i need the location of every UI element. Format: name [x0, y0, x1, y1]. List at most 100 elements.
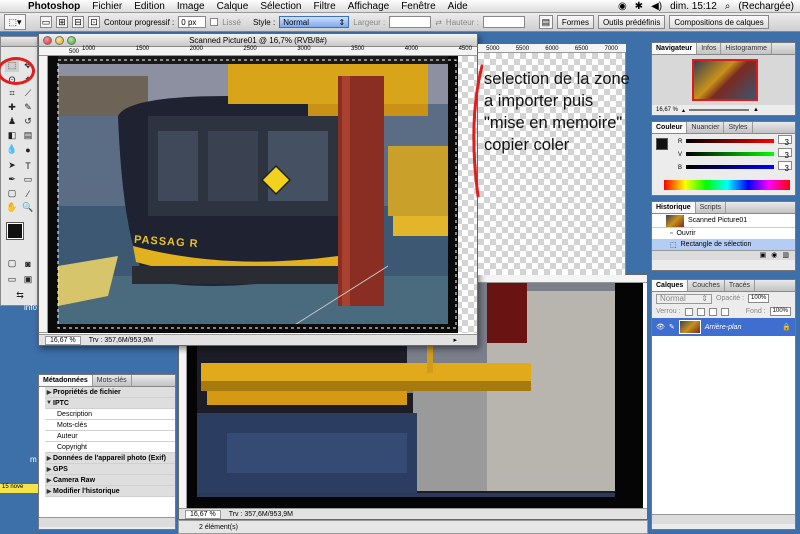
tab-scripts[interactable]: Scripts [696, 202, 727, 213]
brush-link-icon[interactable]: ✎ [669, 323, 675, 331]
foreground-color-swatch[interactable] [6, 222, 24, 240]
clock[interactable]: dim. 15:12 [670, 1, 717, 12]
metadata-row[interactable]: ▶ Propriétés de fichier [45, 387, 175, 398]
disclosure-triangle-icon[interactable]: ▶ [45, 488, 53, 495]
menu-edition[interactable]: Edition [128, 1, 171, 12]
volume-icon[interactable]: ◀) [651, 1, 662, 12]
width-input[interactable] [389, 16, 432, 28]
metadata-row[interactable]: Copyright [45, 442, 175, 453]
blur-tool-icon[interactable]: 💧 [5, 143, 19, 156]
slice-tool-icon[interactable]: ⟋ [21, 87, 35, 100]
menu-fenetre[interactable]: Fenêtre [395, 1, 441, 12]
file-browser-icon[interactable]: ▤ [538, 15, 553, 29]
quickmask-mode-icon[interactable]: ◙ [21, 257, 35, 270]
tab-styles[interactable]: Styles [724, 122, 753, 133]
feather-input[interactable] [178, 16, 207, 28]
jump-to-imageready-icon[interactable]: ⇆ [13, 289, 27, 302]
zoom-field[interactable]: 16,67 % [45, 335, 81, 345]
zoom-in-icon[interactable]: ▲ [753, 107, 759, 113]
tab-mots-cles[interactable]: Mots-clés [93, 375, 132, 386]
height-input[interactable] [482, 16, 525, 28]
tab-outils-predefinis[interactable]: Outils prédéfinis [597, 15, 666, 29]
navigator-view-box[interactable] [692, 59, 758, 101]
disclosure-triangle-icon[interactable]: ▶ [45, 389, 53, 396]
history-step-selected[interactable]: ⬚ Rectangle de sélection [652, 239, 795, 250]
slider-red[interactable] [686, 139, 774, 143]
metadata-row[interactable]: ▶ GPS [45, 464, 175, 475]
shape-tool-icon[interactable]: ▭ [21, 173, 35, 186]
disclosure-triangle-icon[interactable]: ▶ [45, 466, 53, 473]
tab-couleur[interactable]: Couleur [652, 122, 688, 133]
healing-brush-icon[interactable]: ✚ [5, 101, 19, 114]
tab-calques[interactable]: Calques [652, 280, 689, 291]
history-brush-icon[interactable]: ↺ [21, 115, 35, 128]
marquee-mode-intersect-icon[interactable]: ⊡ [88, 16, 100, 28]
layer-row-background[interactable]: 👁 ✎ Arrière-plan 🔒 [652, 318, 795, 336]
doc-info-secondary[interactable]: Trv : 357,6M/953,9M [229, 511, 293, 518]
bluetooth-icon[interactable]: ✱ [635, 1, 643, 12]
tab-couches[interactable]: Couches [688, 280, 725, 291]
fill-input[interactable]: 100% [769, 307, 791, 316]
screen-mode-1-icon[interactable]: ▭ [5, 273, 19, 286]
slider-blue[interactable] [686, 165, 774, 169]
color-spectrum-bar[interactable] [664, 180, 790, 190]
swap-icon[interactable]: ⇄ [435, 18, 442, 27]
eyedropper-tool-icon[interactable]: ⁄ [21, 187, 35, 200]
metadata-row[interactable]: ▶ Données de l'appareil photo (Exif) [45, 453, 175, 464]
document-titlebar[interactable]: Scanned Picture01 @ 16,7% (RVB/8#) [39, 34, 477, 47]
eye-icon[interactable]: 👁 [656, 323, 665, 331]
tab-formes[interactable]: Formes [556, 15, 594, 29]
path-select-tool-icon[interactable]: ➤ [5, 159, 19, 172]
pen-tool-icon[interactable]: ✒ [5, 173, 19, 186]
hand-tool-icon[interactable]: ✋ [5, 201, 19, 214]
opacity-input[interactable]: 100% [748, 294, 770, 303]
lock-position-checkbox[interactable] [708, 307, 717, 316]
antialias-checkbox[interactable] [210, 18, 219, 26]
disclosure-triangle-icon[interactable]: ▶ [45, 455, 53, 462]
navigator-zoom-value[interactable]: 16,67 % [656, 107, 678, 113]
metadata-row[interactable]: Description [45, 409, 175, 420]
menu-calque[interactable]: Calque [211, 1, 255, 12]
menu-affichage[interactable]: Affichage [342, 1, 396, 12]
crop-tool-icon[interactable]: ⌗ [5, 87, 19, 100]
dodge-tool-icon[interactable]: ● [21, 143, 35, 156]
tab-historique[interactable]: Historique [652, 202, 696, 213]
canvas-main[interactable]: PASSAG R [48, 56, 477, 333]
document-window-main[interactable]: Scanned Picture01 @ 16,7% (RVB/8#) 500 P… [38, 33, 478, 346]
zoom-tool-icon[interactable]: 🔍 [21, 201, 35, 214]
marquee-mode-subtract-icon[interactable]: ⊟ [72, 16, 84, 28]
standard-mode-icon[interactable]: ▢ [5, 257, 19, 270]
tab-nuancier[interactable]: Nuancier [687, 122, 725, 133]
metadata-row[interactable]: Mots-clés [45, 420, 175, 431]
gradient-tool-icon[interactable]: ▤ [21, 129, 35, 142]
delete-state-icon[interactable]: ▥ [782, 251, 789, 260]
new-document-from-state-icon[interactable]: ▣ [760, 251, 767, 260]
metadata-row[interactable]: Auteur [45, 431, 175, 442]
tab-compositions-calques[interactable]: Compositions de calques [669, 15, 769, 29]
stamp-tool-icon[interactable]: ♟ [5, 115, 19, 128]
marquee-tool-preset-icon[interactable]: ⬚▾ [4, 14, 26, 30]
type-tool-icon[interactable]: T [21, 159, 35, 172]
blend-mode-select[interactable]: Normal ⇕ [656, 293, 712, 304]
menu-app[interactable]: Photoshop [22, 1, 86, 12]
zoom-field-secondary[interactable]: 16,67 % [185, 509, 221, 519]
lock-all-checkbox[interactable] [720, 307, 729, 316]
menu-aide[interactable]: Aide [442, 1, 474, 12]
tab-traces[interactable]: Tracés [725, 280, 756, 291]
script-menu-icon[interactable]: ◉ [618, 1, 627, 12]
notes-tool-icon[interactable]: ▢ [5, 187, 19, 200]
tab-metadonnees[interactable]: Métadonnées [39, 375, 93, 386]
metadata-row[interactable]: ▶ Modifier l'historique [45, 486, 175, 497]
color-foreground-swatch[interactable] [656, 138, 668, 150]
disclosure-triangle-icon[interactable]: ▼ [45, 400, 53, 406]
zoom-out-icon[interactable]: ▴ [682, 107, 685, 114]
tab-histogramme[interactable]: Histogramme [721, 43, 772, 54]
spotlight-icon[interactable]: ⌕ [725, 1, 731, 12]
new-snapshot-icon[interactable]: ◉ [771, 251, 777, 260]
disclosure-triangle-icon[interactable]: ▶ [45, 477, 53, 484]
lock-transparency-checkbox[interactable] [684, 307, 693, 316]
screen-mode-2-icon[interactable]: ▣ [21, 273, 35, 286]
metadata-row[interactable]: ▼ IPTC [45, 398, 175, 409]
history-snapshot-row[interactable]: Scanned Picture01 [652, 214, 795, 228]
marquee-mode-add-icon[interactable]: ⊞ [56, 16, 68, 28]
